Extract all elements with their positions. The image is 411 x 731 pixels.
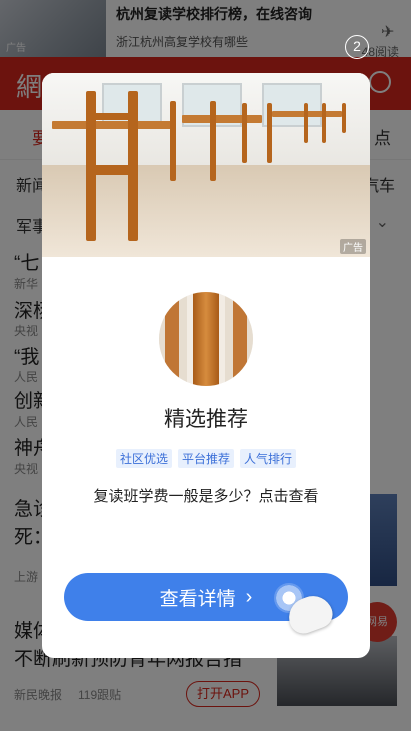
- tag-popularity: 人气排行: [240, 449, 297, 468]
- chevron-right-icon: ›: [245, 585, 253, 608]
- ad-modal: 广告 精选推荐 社区优选 平台推荐 人气排行 复读班学费一般是多少？点击查看 查…: [42, 73, 370, 658]
- countdown-badge[interactable]: 2: [345, 35, 369, 59]
- view-details-button[interactable]: 查看详情 ›: [64, 573, 348, 638]
- tag-platform: 平台推荐: [177, 449, 234, 468]
- modal-title: 精选推荐: [164, 408, 248, 431]
- avatar: [159, 292, 253, 386]
- tag-list: 社区优选 平台推荐 人气排行: [42, 449, 370, 468]
- cta-label: 查看详情: [159, 588, 236, 610]
- tag-community: 社区优选: [115, 449, 172, 468]
- modal-description: 复读班学费一般是多少？点击查看: [93, 488, 319, 505]
- ad-label: 广告: [340, 239, 366, 254]
- hero-image[interactable]: 广告: [42, 73, 370, 257]
